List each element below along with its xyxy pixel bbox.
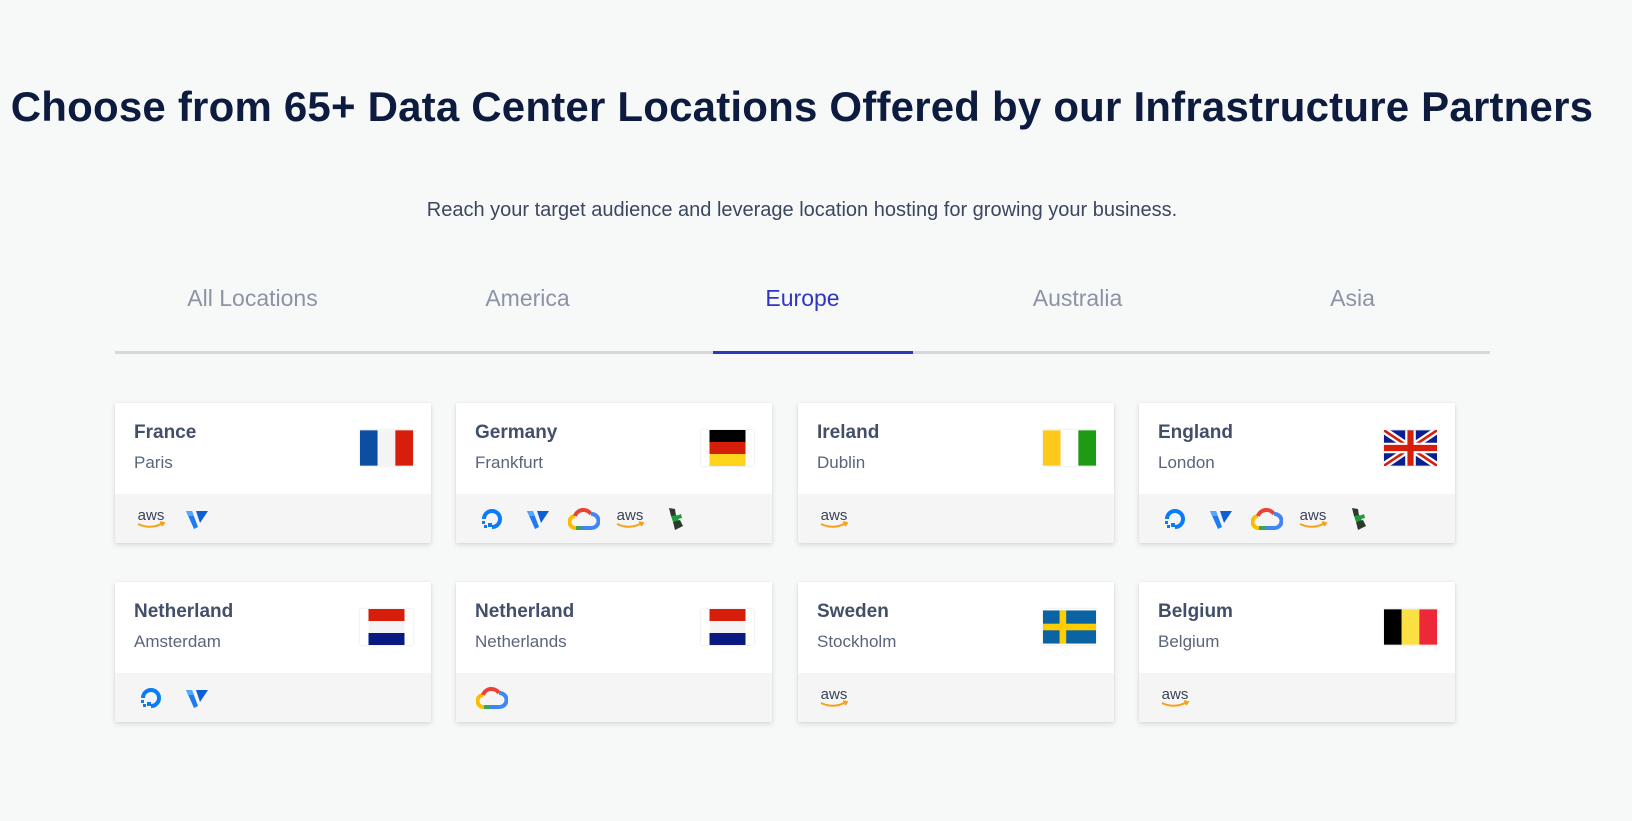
country-name: England xyxy=(1158,422,1233,443)
location-card[interactable]: Netherland Amsterdam xyxy=(115,582,431,722)
flag-netherlands-icon xyxy=(360,609,413,645)
flag-france-icon xyxy=(360,430,413,466)
flag-sweden-icon xyxy=(1043,609,1096,645)
location-card[interactable]: Belgium Belgium aws xyxy=(1139,582,1455,722)
city-name: Amsterdam xyxy=(134,632,221,651)
location-card[interactable]: France Paris aws xyxy=(115,403,431,543)
page-subtitle: Reach your target audience and leverage … xyxy=(426,199,1178,221)
active-tab-indicator xyxy=(713,351,913,354)
provider-list xyxy=(115,673,431,722)
location-card[interactable]: England London aws xyxy=(1139,403,1455,543)
card-header: Netherland Netherlands xyxy=(456,582,772,673)
provider-list: aws xyxy=(115,494,431,543)
tab-asia[interactable]: Asia xyxy=(1215,282,1490,354)
country-name: Germany xyxy=(475,422,558,443)
flag-netherlands-icon xyxy=(701,609,754,645)
country-name: Netherland xyxy=(134,601,234,622)
card-header: France Paris xyxy=(115,403,431,494)
provider-list: aws xyxy=(1139,494,1455,543)
digitalocean-logo-icon xyxy=(134,684,168,712)
google-cloud-logo-icon xyxy=(567,505,601,533)
vultr-logo-icon xyxy=(180,684,214,712)
location-card[interactable]: Germany Frankfurt aws xyxy=(456,403,772,543)
flag-ireland-icon xyxy=(1043,430,1096,466)
country-name: France xyxy=(134,422,197,443)
aws-logo-icon: aws xyxy=(613,505,647,533)
aws-logo-icon: aws xyxy=(817,684,851,712)
google-cloud-logo-icon xyxy=(475,684,509,712)
card-header: England London xyxy=(1139,403,1455,494)
vultr-logo-icon xyxy=(180,505,214,533)
aws-logo-icon: aws xyxy=(1158,684,1192,712)
location-card[interactable]: Sweden Stockholm aws xyxy=(798,582,1114,722)
tab-europe[interactable]: Europe xyxy=(665,282,940,354)
location-card[interactable]: Ireland Dublin aws xyxy=(798,403,1114,543)
country-name: Sweden xyxy=(817,601,889,622)
card-header: Sweden Stockholm xyxy=(798,582,1114,673)
country-name: Belgium xyxy=(1158,601,1233,622)
city-name: Paris xyxy=(134,453,173,472)
digitalocean-logo-icon xyxy=(475,505,509,533)
aws-logo-icon: aws xyxy=(817,505,851,533)
vultr-logo-icon xyxy=(521,505,555,533)
flag-germany-icon xyxy=(701,430,754,466)
provider-list xyxy=(456,673,772,722)
card-header: Germany Frankfurt xyxy=(456,403,772,494)
digitalocean-logo-icon xyxy=(1158,505,1192,533)
city-name: Stockholm xyxy=(817,632,897,651)
card-header: Netherland Amsterdam xyxy=(115,582,431,673)
linode-logo-icon xyxy=(659,505,693,533)
linode-logo-icon xyxy=(1342,505,1376,533)
card-header: Belgium Belgium xyxy=(1139,582,1455,673)
region-tabs: All Locations America Europe Australia A… xyxy=(115,270,1490,354)
city-name: Frankfurt xyxy=(475,453,544,472)
aws-logo-icon: aws xyxy=(1296,505,1330,533)
card-header: Ireland Dublin xyxy=(798,403,1114,494)
aws-logo-icon: aws xyxy=(134,505,168,533)
tab-australia[interactable]: Australia xyxy=(940,282,1215,354)
google-cloud-logo-icon xyxy=(1250,505,1284,533)
city-name: Dublin xyxy=(817,453,866,472)
city-name: London xyxy=(1158,453,1215,472)
city-name: Belgium xyxy=(1158,632,1220,651)
provider-list: aws xyxy=(798,494,1114,543)
vultr-logo-icon xyxy=(1204,505,1238,533)
country-name: Ireland xyxy=(817,422,880,443)
city-name: Netherlands xyxy=(475,632,567,651)
country-name: Netherland xyxy=(475,601,575,622)
provider-list: aws xyxy=(1139,673,1455,722)
tab-all-locations[interactable]: All Locations xyxy=(115,282,390,354)
flag-belgium-icon xyxy=(1384,609,1437,645)
provider-list: aws xyxy=(456,494,772,543)
flag-uk-icon xyxy=(1382,427,1439,469)
location-card[interactable]: Netherland Netherlands xyxy=(456,582,772,722)
provider-list: aws xyxy=(798,673,1114,722)
page-title: Choose from 65+ Data Center Locations Of… xyxy=(10,83,1594,130)
tab-america[interactable]: America xyxy=(390,282,665,354)
